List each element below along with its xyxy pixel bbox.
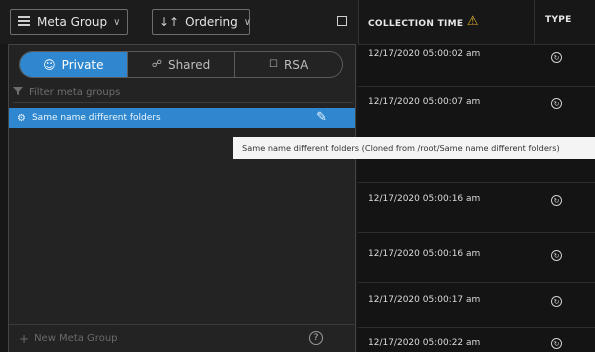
table-row[interactable]: 12/17/2020 05:00:16 am ↻ xyxy=(358,232,595,282)
ordering-dropdown[interactable]: ↓↑ Ordering ∨ xyxy=(152,9,252,35)
collection-time: 12/17/2020 05:00:22 am xyxy=(368,338,481,348)
column-type[interactable]: TYPE xyxy=(545,15,572,25)
collection-time: 12/17/2020 05:00:07 am xyxy=(368,97,481,107)
collection-time: 12/17/2020 05:00:17 am xyxy=(368,295,481,305)
share-icon: ☍ xyxy=(151,59,162,70)
table-row[interactable]: 12/17/2020 05:00:17 am ↻ xyxy=(358,282,595,327)
column-collection-time-label: COLLECTION TIME xyxy=(368,19,464,29)
tab-private-label: Private xyxy=(61,57,104,72)
table-row[interactable]: 12/17/2020 05:00:16 am ↻ xyxy=(358,182,595,232)
filter-placeholder: Filter meta groups xyxy=(29,86,121,98)
tab-shared-label: Shared xyxy=(167,57,211,72)
gear-icon: ⚙ xyxy=(17,112,26,124)
table-row[interactable]: 12/17/2020 05:00:22 am ↻ xyxy=(358,327,595,352)
event-type-icon: ↻ xyxy=(551,195,562,206)
tooltip: Same name different folders (Cloned from… xyxy=(233,137,595,159)
event-type-icon: ↻ xyxy=(551,338,562,349)
tab-rsa[interactable]: ☐ RSA xyxy=(234,52,342,77)
collection-time: 12/17/2020 05:00:16 am xyxy=(368,249,481,259)
user-icon: ☺ xyxy=(43,57,56,72)
plus-icon: + xyxy=(19,331,30,346)
column-collection-time[interactable]: COLLECTION TIME ⚠ xyxy=(368,14,479,30)
tab-private[interactable]: ☺ Private xyxy=(20,52,127,77)
event-type-icon: ↻ xyxy=(551,52,562,63)
table-header: COLLECTION TIME ⚠ TYPE xyxy=(358,0,595,44)
event-type-icon: ↻ xyxy=(551,250,562,261)
sort-icon: ↓↑ xyxy=(159,15,180,29)
list-item-label: Same name different folders xyxy=(31,113,161,123)
help-icon[interactable]: ? xyxy=(309,331,323,345)
collection-time: 12/17/2020 05:00:16 am xyxy=(368,194,481,204)
chevron-down-icon: ∨ xyxy=(113,16,121,28)
table-row[interactable]: 12/17/2020 05:00:02 am ↻ xyxy=(358,44,595,86)
filter-input[interactable]: Filter meta groups xyxy=(13,83,343,101)
tab-shared[interactable]: ☍ Shared xyxy=(126,52,235,77)
edit-icon[interactable]: ✎ xyxy=(316,110,327,125)
event-type-icon: ↻ xyxy=(551,98,562,109)
new-meta-group-button[interactable]: New Meta Group xyxy=(34,333,117,344)
top-toolbar: Meta Group ∨ ↓↑ Ordering ∨ xyxy=(0,0,358,44)
chevron-down-icon: ∨ xyxy=(243,16,252,28)
group-scope-tabs: ☺ Private ☍ Shared ☐ RSA xyxy=(19,51,343,78)
lock-icon: ☐ xyxy=(269,59,278,70)
table-row[interactable]: 12/17/2020 05:00:07 am ↻ xyxy=(358,86,595,182)
ordering-label: Ordering xyxy=(185,15,238,29)
select-all-checkbox[interactable] xyxy=(337,16,347,26)
filter-icon xyxy=(13,86,23,99)
meta-group-panel: ☺ Private ☍ Shared ☐ RSA Filter meta gro… xyxy=(8,44,356,352)
panel-footer: + New Meta Group ? xyxy=(9,324,355,352)
tab-rsa-label: RSA xyxy=(283,57,309,72)
list-item-selected[interactable]: ⚙ Same name different folders ✎ xyxy=(9,108,355,128)
meta-group-label: Meta Group xyxy=(37,15,108,29)
list-icon xyxy=(17,14,31,31)
divider xyxy=(13,102,353,103)
meta-group-dropdown[interactable]: Meta Group ∨ xyxy=(10,9,128,35)
warning-icon: ⚠ xyxy=(466,14,479,29)
collection-time: 12/17/2020 05:00:02 am xyxy=(368,49,481,59)
event-type-icon: ↻ xyxy=(551,296,562,307)
